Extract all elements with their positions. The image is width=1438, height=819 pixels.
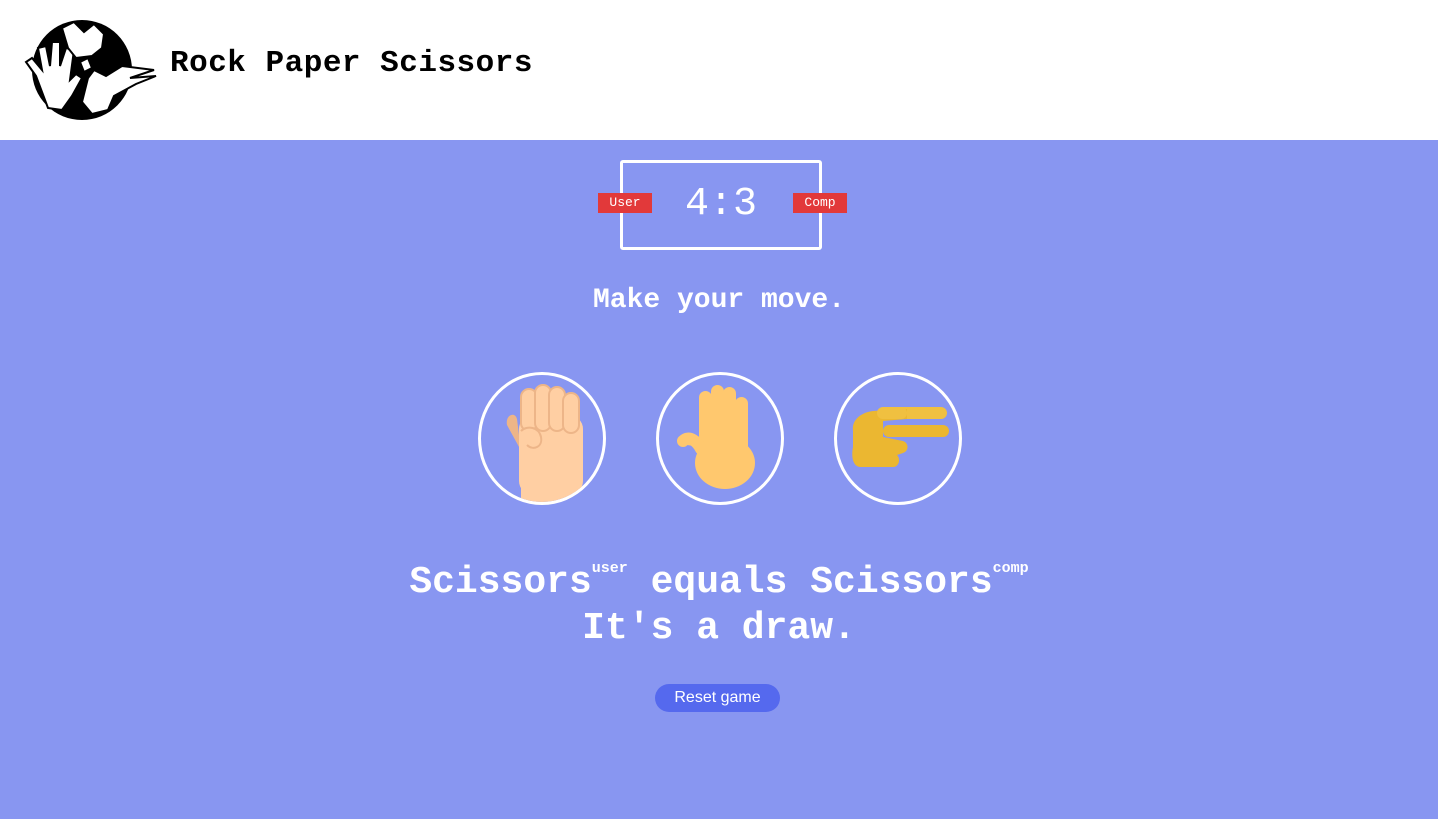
comp-tag: comp: [992, 560, 1029, 577]
rock-paper-scissors-logo-icon: [24, 20, 157, 120]
comp-score-badge: Comp: [793, 193, 847, 213]
move-prompt: Make your move.: [592, 285, 846, 316]
result-message: Scissorsuser equals Scissorscomp It's a …: [0, 560, 1438, 652]
scissors-choice-button[interactable]: [834, 372, 962, 505]
paper-choice-button[interactable]: [656, 372, 784, 505]
raised-hand-icon: [677, 385, 755, 489]
result-comparison: Scissorsuser equals Scissorscomp: [0, 560, 1438, 606]
header: Rock Paper Scissors: [0, 0, 1438, 140]
user-tag: user: [591, 560, 628, 577]
user-choice-text: Scissors: [409, 561, 592, 604]
reset-game-button[interactable]: Reset game: [655, 684, 780, 712]
rock-choice-button[interactable]: [478, 372, 606, 505]
fist-icon: [506, 384, 583, 502]
result-outcome: It's a draw.: [582, 607, 856, 650]
user-score-badge: User: [598, 193, 652, 213]
result-verb: equals: [627, 561, 811, 604]
comp-choice-text: Scissors: [810, 561, 993, 604]
two-fingers-hand-icon: [852, 407, 949, 467]
score-display: 4:3: [684, 182, 757, 227]
app-title: Rock Paper Scissors: [170, 46, 533, 81]
